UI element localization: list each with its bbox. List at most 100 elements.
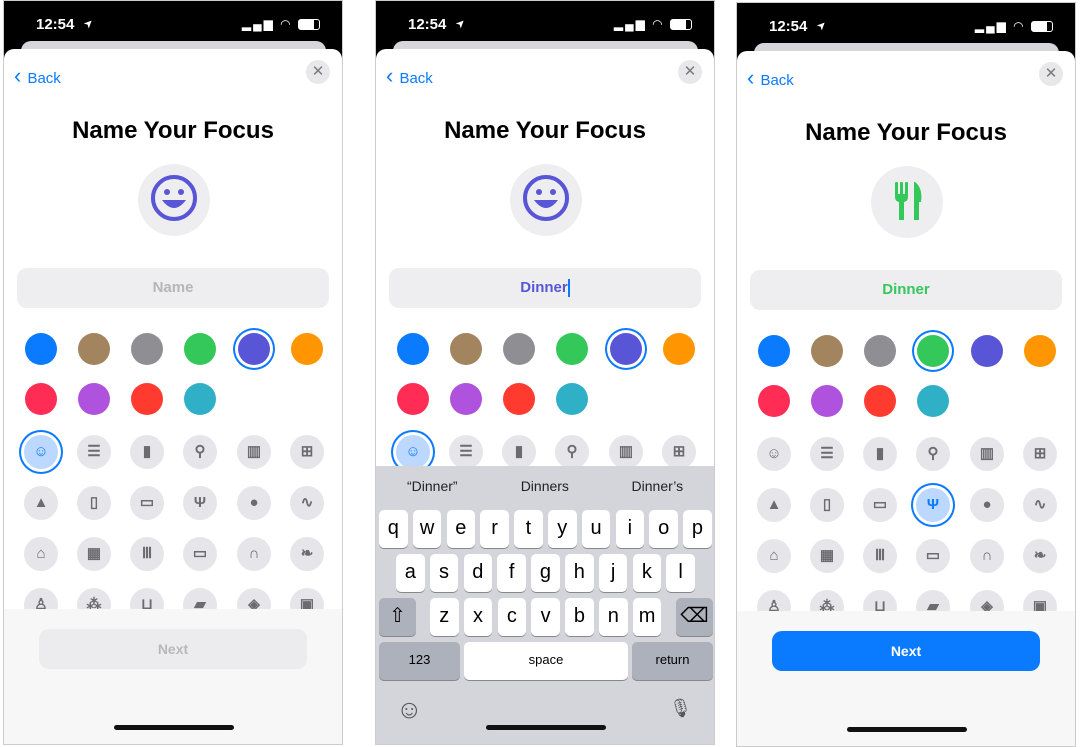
color-swatch[interactable] xyxy=(397,383,429,415)
name-input[interactable]: Dinner xyxy=(750,270,1062,310)
key-x[interactable]: x xyxy=(463,598,493,636)
bookmark-symbol-button[interactable]: ▮ xyxy=(863,437,897,471)
key-p[interactable]: p xyxy=(683,510,712,548)
color-swatch[interactable] xyxy=(291,333,323,365)
color-swatch[interactable] xyxy=(811,385,843,417)
key-q[interactable]: q xyxy=(379,510,408,548)
color-swatch[interactable] xyxy=(78,383,110,415)
key-l[interactable]: l xyxy=(666,554,695,592)
microphone-icon[interactable]: 🎙 xyxy=(669,698,692,719)
color-swatch[interactable] xyxy=(450,333,482,365)
credit-card-symbol-button[interactable]: ▭ xyxy=(130,486,164,520)
credit-card-symbol-button[interactable]: ▭ xyxy=(863,488,897,522)
close-button[interactable]: ✕ xyxy=(306,60,330,84)
graduation-cap-symbol-button[interactable]: ▲ xyxy=(757,488,791,522)
color-swatch[interactable] xyxy=(78,333,110,365)
home-indicator[interactable] xyxy=(486,725,606,730)
color-swatch[interactable] xyxy=(758,335,790,367)
list-symbol-button[interactable]: ☰ xyxy=(449,435,483,469)
key-t[interactable]: t xyxy=(514,510,543,548)
key-n[interactable]: n xyxy=(599,598,628,636)
headphones-symbol-button[interactable]: ∩ xyxy=(970,539,1004,573)
color-swatch[interactable] xyxy=(238,333,270,365)
stethoscope-symbol-button[interactable]: ∿ xyxy=(290,486,324,520)
color-swatch[interactable] xyxy=(917,335,949,367)
return-key[interactable]: return xyxy=(632,642,713,680)
key-v[interactable]: v xyxy=(531,598,560,636)
bank-symbol-button[interactable]: Ⅲ xyxy=(863,539,897,573)
color-swatch[interactable] xyxy=(971,335,1003,367)
pin-symbol-button[interactable]: ⚲ xyxy=(555,435,589,469)
color-swatch[interactable] xyxy=(503,383,535,415)
color-swatch[interactable] xyxy=(811,335,843,367)
key-k[interactable]: k xyxy=(632,554,662,592)
key-c[interactable]: c xyxy=(497,598,527,636)
building-symbol-button[interactable]: ▦ xyxy=(77,537,111,571)
name-input[interactable]: Name xyxy=(17,268,329,308)
list-symbol-button[interactable]: ☰ xyxy=(810,437,844,471)
leaf-symbol-button[interactable]: ❧ xyxy=(1023,539,1057,573)
document-symbol-button[interactable]: ▯ xyxy=(810,488,844,522)
gift-symbol-button[interactable]: ⊞ xyxy=(662,435,696,469)
key-g[interactable]: g xyxy=(531,554,560,592)
color-swatch[interactable] xyxy=(184,383,216,415)
house-symbol-button[interactable]: ⌂ xyxy=(757,539,791,573)
house-symbol-button[interactable]: ⌂ xyxy=(24,537,58,571)
list-symbol-button[interactable]: ☰ xyxy=(77,435,111,469)
color-swatch[interactable] xyxy=(184,333,216,365)
shift-key[interactable]: ⇧ xyxy=(379,598,416,636)
numbers-key[interactable]: 123 xyxy=(379,642,460,680)
document-symbol-button[interactable]: ▯ xyxy=(77,486,111,520)
color-swatch[interactable] xyxy=(25,333,57,365)
books-symbol-button[interactable]: ▥ xyxy=(237,435,271,469)
suggestion[interactable]: Dinner’s xyxy=(601,466,714,506)
key-s[interactable]: s xyxy=(429,554,459,592)
pills-symbol-button[interactable]: ● xyxy=(970,488,1004,522)
smiley-symbol-button[interactable]: ☺ xyxy=(396,435,430,469)
key-j[interactable]: j xyxy=(598,554,628,592)
graduation-cap-symbol-button[interactable]: ▲ xyxy=(24,486,58,520)
smiley-symbol-button[interactable]: ☺ xyxy=(757,437,791,471)
home-indicator[interactable] xyxy=(847,727,967,732)
headphones-symbol-button[interactable]: ∩ xyxy=(237,537,271,571)
smiley-symbol-button[interactable]: ☺ xyxy=(24,435,58,469)
gift-symbol-button[interactable]: ⊞ xyxy=(1023,437,1057,471)
building-symbol-button[interactable]: ▦ xyxy=(810,539,844,573)
suggestion[interactable]: Dinners xyxy=(489,466,602,506)
key-r[interactable]: r xyxy=(480,510,509,548)
emoji-icon[interactable]: ☺ xyxy=(396,694,423,725)
bookmark-symbol-button[interactable]: ▮ xyxy=(502,435,536,469)
key-a[interactable]: a xyxy=(396,554,425,592)
color-swatch[interactable] xyxy=(25,383,57,415)
color-swatch[interactable] xyxy=(556,333,588,365)
key-f[interactable]: f xyxy=(497,554,526,592)
color-swatch[interactable] xyxy=(397,333,429,365)
color-swatch[interactable] xyxy=(556,383,588,415)
key-b[interactable]: b xyxy=(565,598,594,636)
key-z[interactable]: z xyxy=(430,598,459,636)
pin-symbol-button[interactable]: ⚲ xyxy=(916,437,950,471)
key-e[interactable]: e xyxy=(446,510,476,548)
back-button[interactable]: ‹ Back xyxy=(14,63,61,89)
books-symbol-button[interactable]: ▥ xyxy=(609,435,643,469)
color-swatch[interactable] xyxy=(864,335,896,367)
key-d[interactable]: d xyxy=(463,554,493,592)
color-swatch[interactable] xyxy=(1024,335,1056,367)
monitor-symbol-button[interactable]: ▭ xyxy=(916,539,950,573)
key-y[interactable]: y xyxy=(548,510,577,548)
key-i[interactable]: i xyxy=(615,510,645,548)
color-swatch[interactable] xyxy=(503,333,535,365)
leaf-symbol-button[interactable]: ❧ xyxy=(290,537,324,571)
next-button[interactable]: Next xyxy=(39,629,307,669)
pin-symbol-button[interactable]: ⚲ xyxy=(183,435,217,469)
bookmark-symbol-button[interactable]: ▮ xyxy=(130,435,164,469)
color-swatch[interactable] xyxy=(450,383,482,415)
close-button[interactable]: ✕ xyxy=(1039,62,1063,86)
key-o[interactable]: o xyxy=(649,510,678,548)
next-button[interactable]: Next xyxy=(772,631,1040,671)
color-swatch[interactable] xyxy=(610,333,642,365)
stethoscope-symbol-button[interactable]: ∿ xyxy=(1023,488,1057,522)
color-swatch[interactable] xyxy=(758,385,790,417)
color-swatch[interactable] xyxy=(131,333,163,365)
name-input[interactable]: Dinner xyxy=(389,268,701,308)
